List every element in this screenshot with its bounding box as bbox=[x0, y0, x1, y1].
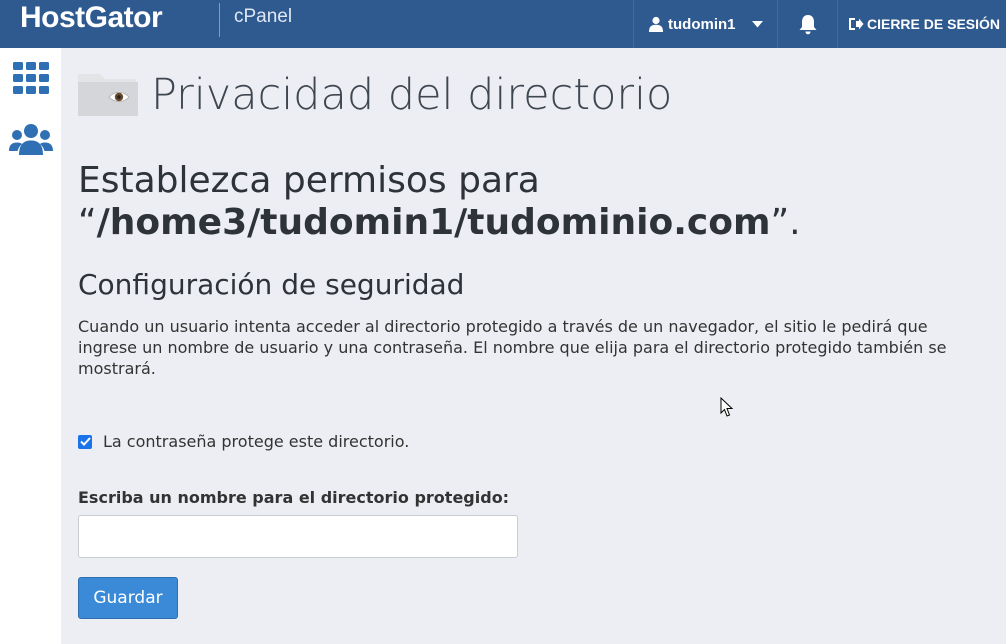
protect-checkbox-row[interactable]: La contraseña protege este directorio. bbox=[78, 432, 409, 451]
directory-path: /home3/tudomin1/tudominio.com bbox=[96, 202, 771, 243]
permissions-heading: Establezca permisos para “/home3/tudomin… bbox=[78, 160, 978, 244]
sign-out-icon bbox=[848, 18, 864, 30]
chevron-down-icon bbox=[751, 20, 763, 27]
security-heading: Configuración de seguridad bbox=[78, 268, 465, 301]
sidebar-item-users[interactable] bbox=[9, 119, 53, 159]
users-icon bbox=[9, 124, 53, 155]
user-icon bbox=[649, 16, 663, 32]
protect-checkbox[interactable] bbox=[78, 434, 92, 449]
grid-icon bbox=[13, 62, 49, 94]
security-description: Cuando un usuario intenta acceder al dir… bbox=[78, 317, 947, 378]
dir-name-label: Escriba un nombre para el directorio pro… bbox=[78, 488, 510, 507]
username-label: tudomin1 bbox=[668, 15, 736, 33]
cpanel-label: cPanel bbox=[234, 6, 293, 27]
close-quote: ”. bbox=[770, 202, 801, 243]
user-menu[interactable]: tudomin1 bbox=[634, 0, 778, 48]
checkmark-icon bbox=[79, 437, 91, 446]
permissions-prefix: Establezca permisos para bbox=[78, 160, 540, 201]
page-header bbox=[78, 72, 138, 118]
folder-privacy-icon bbox=[78, 74, 138, 116]
protect-checkbox-label: La contraseña protege este directorio. bbox=[103, 432, 410, 451]
top-navbar: HostGator cPanel tudomin1 CIERRE DE SESI… bbox=[0, 0, 1006, 48]
page-title: Privacidad del directorio bbox=[151, 70, 673, 120]
mouse-cursor-icon bbox=[720, 397, 734, 417]
hostgator-logo[interactable]: HostGator bbox=[20, 0, 163, 40]
save-button[interactable]: Guardar bbox=[78, 577, 178, 619]
sidebar-item-home[interactable] bbox=[9, 58, 53, 98]
sidebar bbox=[0, 48, 61, 644]
logo-divider bbox=[219, 3, 220, 37]
dir-name-input[interactable] bbox=[78, 515, 518, 558]
bell-icon bbox=[799, 14, 817, 34]
logout-button[interactable]: CIERRE DE SESIÓN bbox=[838, 0, 1006, 48]
open-quote: “ bbox=[78, 202, 97, 243]
logout-label: CIERRE DE SESIÓN bbox=[866, 16, 1001, 32]
notifications-button[interactable] bbox=[778, 0, 838, 48]
